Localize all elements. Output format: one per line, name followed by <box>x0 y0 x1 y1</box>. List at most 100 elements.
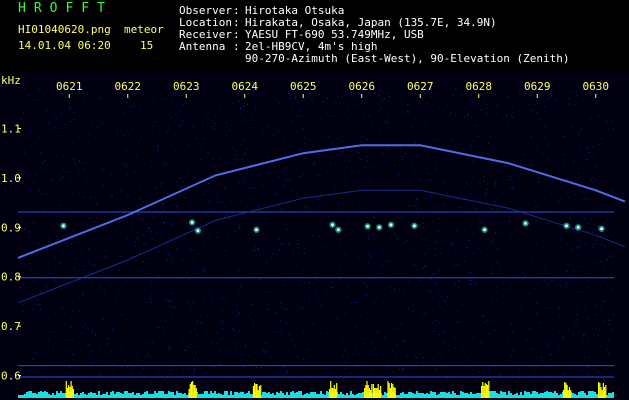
noise-dot <box>556 323 558 324</box>
noise-dot <box>296 263 298 265</box>
noise-dot <box>160 231 162 233</box>
activity-bar <box>102 394 104 398</box>
activity-bar <box>232 395 234 398</box>
noise-dot <box>456 229 458 231</box>
noise-dot <box>272 142 274 143</box>
noise-dot <box>417 156 419 158</box>
noise-dot <box>539 218 540 220</box>
noise-dot <box>190 236 192 238</box>
noise-dot <box>304 335 306 337</box>
noise-dot <box>243 153 245 155</box>
noise-dot <box>546 383 548 385</box>
noise-dot <box>314 330 316 332</box>
noise-dot <box>306 348 308 350</box>
noise-dot <box>108 245 110 247</box>
noise-dot <box>279 221 281 223</box>
noise-dot <box>41 193 43 195</box>
noise-dot <box>372 167 374 169</box>
noise-dot <box>151 95 153 97</box>
noise-dot <box>130 129 132 131</box>
activity-peak-bar <box>562 390 565 398</box>
noise-dot <box>149 213 151 215</box>
noise-dot <box>414 354 416 356</box>
activity-bar <box>78 395 80 398</box>
noise-dot <box>442 196 444 198</box>
noise-dot <box>323 154 325 156</box>
noise-dot <box>416 285 418 287</box>
noise-dot <box>284 170 286 172</box>
activity-bar <box>510 393 512 398</box>
noise-dot <box>312 235 314 237</box>
activity-bar <box>20 395 22 398</box>
noise-dot <box>600 235 602 237</box>
noise-dot <box>300 279 302 281</box>
noise-dot <box>401 215 403 217</box>
noise-dot <box>585 334 587 335</box>
noise-dot <box>572 263 574 265</box>
noise-dot <box>38 137 40 138</box>
noise-dot <box>270 256 272 258</box>
noise-dot <box>214 115 216 117</box>
noise-dot <box>72 242 74 244</box>
noise-dot <box>116 265 118 267</box>
noise-dot <box>414 204 416 206</box>
noise-dot <box>406 346 408 348</box>
x-tick-label: 0623 <box>173 80 200 93</box>
noise-dot <box>322 120 324 122</box>
activity-bar <box>308 394 310 398</box>
noise-dot <box>254 106 256 108</box>
noise-dot <box>197 104 199 106</box>
noise-dot <box>312 123 314 125</box>
noise-dot <box>174 321 176 323</box>
noise-dot <box>572 368 574 370</box>
noise-dot <box>188 162 190 164</box>
noise-dot <box>201 368 203 370</box>
activity-bar <box>94 393 96 398</box>
noise-dot <box>389 238 390 240</box>
noise-dot <box>579 177 581 179</box>
noise-dot <box>264 228 266 230</box>
noise-dot <box>439 217 441 219</box>
noise-dot <box>501 295 503 297</box>
noise-dot <box>289 242 291 244</box>
activity-bar <box>494 391 496 398</box>
activity-peak-bar <box>65 381 67 398</box>
noise-dot <box>321 318 323 320</box>
noise-dot <box>186 123 188 125</box>
noise-dot <box>497 209 499 211</box>
noise-dot <box>378 339 380 341</box>
y-tick-label: 0.6 <box>1 370 21 383</box>
noise-dot <box>432 358 434 360</box>
noise-dot <box>145 341 147 343</box>
noise-dot <box>585 159 587 161</box>
activity-peak-bar <box>188 389 190 398</box>
activity-peak-bar <box>370 390 372 398</box>
noise-dot <box>431 273 433 275</box>
noise-dot <box>156 209 158 211</box>
noise-dot <box>244 188 246 190</box>
activity-bar <box>186 395 188 398</box>
activity-bar <box>534 391 536 398</box>
activity-bar <box>296 392 298 398</box>
noise-dot <box>171 374 173 375</box>
noise-dot <box>491 242 493 244</box>
noise-dot <box>611 117 613 119</box>
noise-dot <box>589 119 591 121</box>
noise-dot <box>121 285 122 287</box>
noise-dot <box>531 348 533 350</box>
noise-dot <box>111 350 113 352</box>
x-tick-label: 0622 <box>115 80 142 93</box>
noise-dot <box>151 341 153 343</box>
noise-dot <box>92 329 93 331</box>
noise-dot <box>479 227 481 229</box>
noise-dot <box>334 101 336 103</box>
noise-dot <box>284 119 286 121</box>
noise-dot <box>126 221 128 223</box>
noise-dot <box>470 280 471 281</box>
noise-dot <box>99 286 101 288</box>
noise-dot <box>209 289 211 290</box>
noise-dot <box>381 98 383 100</box>
noise-dot <box>226 123 228 124</box>
noise-dot <box>433 296 435 298</box>
noise-dot <box>345 181 347 183</box>
